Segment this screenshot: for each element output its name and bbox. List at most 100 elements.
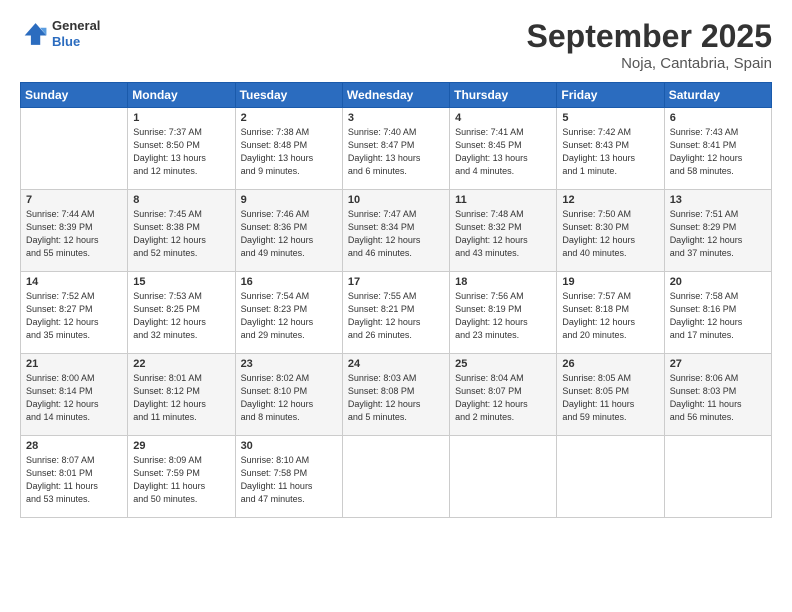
cell-info: Sunrise: 8:05 AM Sunset: 8:05 PM Dayligh…: [562, 372, 658, 424]
header: General Blue September 2025 Noja, Cantab…: [20, 18, 772, 72]
calendar-cell: 2Sunrise: 7:38 AM Sunset: 8:48 PM Daylig…: [235, 108, 342, 190]
calendar-cell: 29 Sunrise: 8:09 AM Sunset: 7:59 PM Dayli…: [128, 436, 235, 518]
cell-info: Sunrise: 8:01 AM Sunset: 8:12 PM Dayligh…: [133, 372, 229, 424]
day-number: 26: [562, 358, 658, 370]
cell-info: Sunrise: 8:07 AM Sunset: 8:01 PM Dayligh…: [26, 454, 122, 506]
day-number: 15: [133, 276, 229, 288]
cell-info: Sunrise: 7:50 AM Sunset: 8:30 PM Dayligh…: [562, 208, 658, 260]
calendar-cell: 23 Sunrise: 8:02 AM Sunset: 8:10 PM Dayli…: [235, 354, 342, 436]
day-number: 13: [670, 194, 766, 206]
calendar-table: SundayMondayTuesdayWednesdayThursdayFrid…: [20, 82, 772, 518]
day-header-thursday: Thursday: [450, 83, 557, 108]
day-header-tuesday: Tuesday: [235, 83, 342, 108]
calendar-cell: 20 Sunrise: 7:58 AM Sunset: 8:16 PM Dayli…: [664, 272, 771, 354]
calendar-cell: 5 Sunrise: 7:42 AM Sunset: 8:43 PM Daylig…: [557, 108, 664, 190]
calendar-cell: 7 Sunrise: 7:44 AM Sunset: 8:39 PM Daylig…: [21, 190, 128, 272]
day-number: 2: [241, 112, 337, 124]
cell-info: Sunrise: 7:37 AM Sunset: 8:50 PM Dayligh…: [133, 126, 229, 178]
calendar-cell: 28 Sunrise: 8:07 AM Sunset: 8:01 PM Dayli…: [21, 436, 128, 518]
day-number: 30: [241, 440, 337, 452]
day-number: 17: [348, 276, 444, 288]
day-header-row: SundayMondayTuesdayWednesdayThursdayFrid…: [21, 83, 772, 108]
day-number: 27: [670, 358, 766, 370]
day-number: 24: [348, 358, 444, 370]
calendar-cell: 11Sunrise: 7:48 AM Sunset: 8:32 PM Dayli…: [450, 190, 557, 272]
calendar-cell: 25Sunrise: 8:04 AM Sunset: 8:07 PM Dayli…: [450, 354, 557, 436]
cell-info: Sunrise: 7:43 AM Sunset: 8:41 PM Dayligh…: [670, 126, 766, 178]
cell-info: Sunrise: 8:00 AM Sunset: 8:14 PM Dayligh…: [26, 372, 122, 424]
day-number: 28: [26, 440, 122, 452]
calendar-cell: [557, 436, 664, 518]
calendar-cell: 22Sunrise: 8:01 AM Sunset: 8:12 PM Dayli…: [128, 354, 235, 436]
calendar-cell: 16 Sunrise: 7:54 AM Sunset: 8:23 PM Dayli…: [235, 272, 342, 354]
calendar-cell: 19 Sunrise: 7:57 AM Sunset: 8:18 PM Dayli…: [557, 272, 664, 354]
cell-info: Sunrise: 7:46 AM Sunset: 8:36 PM Dayligh…: [241, 208, 337, 260]
day-number: 4: [455, 112, 551, 124]
week-row-3: 21 Sunrise: 8:00 AM Sunset: 8:14 PM Dayli…: [21, 354, 772, 436]
day-number: 25: [455, 358, 551, 370]
day-number: 23: [241, 358, 337, 370]
cell-info: Sunrise: 7:51 AM Sunset: 8:29 PM Dayligh…: [670, 208, 766, 260]
cell-info: Sunrise: 7:40 AM Sunset: 8:47 PM Dayligh…: [348, 126, 444, 178]
cell-info: Sunrise: 8:09 AM Sunset: 7:59 PM Dayligh…: [133, 454, 229, 506]
cell-info: Sunrise: 7:53 AM Sunset: 8:25 PM Dayligh…: [133, 290, 229, 342]
day-number: 5: [562, 112, 658, 124]
cell-info: Sunrise: 7:42 AM Sunset: 8:43 PM Dayligh…: [562, 126, 658, 178]
logo-icon: [20, 20, 48, 48]
calendar-cell: 27Sunrise: 8:06 AM Sunset: 8:03 PM Dayli…: [664, 354, 771, 436]
cell-info: Sunrise: 7:54 AM Sunset: 8:23 PM Dayligh…: [241, 290, 337, 342]
calendar-cell: 24 Sunrise: 8:03 AM Sunset: 8:08 PM Dayli…: [342, 354, 449, 436]
day-header-monday: Monday: [128, 83, 235, 108]
logo-text: General Blue: [52, 18, 100, 49]
calendar-cell: [664, 436, 771, 518]
calendar-cell: 4 Sunrise: 7:41 AM Sunset: 8:45 PM Daylig…: [450, 108, 557, 190]
calendar-cell: 9Sunrise: 7:46 AM Sunset: 8:36 PM Daylig…: [235, 190, 342, 272]
cell-info: Sunrise: 7:44 AM Sunset: 8:39 PM Dayligh…: [26, 208, 122, 260]
day-number: 19: [562, 276, 658, 288]
day-number: 1: [133, 112, 229, 124]
cell-info: Sunrise: 8:02 AM Sunset: 8:10 PM Dayligh…: [241, 372, 337, 424]
week-row-4: 28 Sunrise: 8:07 AM Sunset: 8:01 PM Dayli…: [21, 436, 772, 518]
day-number: 6: [670, 112, 766, 124]
cell-info: Sunrise: 8:10 AM Sunset: 7:58 PM Dayligh…: [241, 454, 337, 506]
calendar-cell: [21, 108, 128, 190]
calendar-cell: 12Sunrise: 7:50 AM Sunset: 8:30 PM Dayli…: [557, 190, 664, 272]
day-number: 8: [133, 194, 229, 206]
calendar-cell: 14Sunrise: 7:52 AM Sunset: 8:27 PM Dayli…: [21, 272, 128, 354]
month-title: September 2025: [527, 18, 772, 55]
cell-info: Sunrise: 7:56 AM Sunset: 8:19 PM Dayligh…: [455, 290, 551, 342]
cell-info: Sunrise: 8:03 AM Sunset: 8:08 PM Dayligh…: [348, 372, 444, 424]
cell-info: Sunrise: 7:45 AM Sunset: 8:38 PM Dayligh…: [133, 208, 229, 260]
day-header-saturday: Saturday: [664, 83, 771, 108]
calendar-cell: 18Sunrise: 7:56 AM Sunset: 8:19 PM Dayli…: [450, 272, 557, 354]
title-area: September 2025 Noja, Cantabria, Spain: [527, 18, 772, 72]
calendar-cell: 3 Sunrise: 7:40 AM Sunset: 8:47 PM Daylig…: [342, 108, 449, 190]
cell-info: Sunrise: 7:57 AM Sunset: 8:18 PM Dayligh…: [562, 290, 658, 342]
cell-info: Sunrise: 7:55 AM Sunset: 8:21 PM Dayligh…: [348, 290, 444, 342]
calendar-cell: 6 Sunrise: 7:43 AM Sunset: 8:41 PM Daylig…: [664, 108, 771, 190]
week-row-2: 14Sunrise: 7:52 AM Sunset: 8:27 PM Dayli…: [21, 272, 772, 354]
day-header-wednesday: Wednesday: [342, 83, 449, 108]
location-title: Noja, Cantabria, Spain: [527, 55, 772, 72]
cell-info: Sunrise: 7:41 AM Sunset: 8:45 PM Dayligh…: [455, 126, 551, 178]
cell-info: Sunrise: 7:58 AM Sunset: 8:16 PM Dayligh…: [670, 290, 766, 342]
day-number: 16: [241, 276, 337, 288]
day-number: 3: [348, 112, 444, 124]
day-number: 29: [133, 440, 229, 452]
cell-info: Sunrise: 7:48 AM Sunset: 8:32 PM Dayligh…: [455, 208, 551, 260]
calendar-cell: 1 Sunrise: 7:37 AM Sunset: 8:50 PM Daylig…: [128, 108, 235, 190]
calendar-cell: 21 Sunrise: 8:00 AM Sunset: 8:14 PM Dayli…: [21, 354, 128, 436]
day-number: 7: [26, 194, 122, 206]
calendar-cell: 30 Sunrise: 8:10 AM Sunset: 7:58 PM Dayli…: [235, 436, 342, 518]
calendar-cell: 15 Sunrise: 7:53 AM Sunset: 8:25 PM Dayli…: [128, 272, 235, 354]
calendar-cell: 13 Sunrise: 7:51 AM Sunset: 8:29 PM Dayli…: [664, 190, 771, 272]
page: General Blue September 2025 Noja, Cantab…: [0, 0, 792, 612]
cell-info: Sunrise: 7:52 AM Sunset: 8:27 PM Dayligh…: [26, 290, 122, 342]
day-number: 20: [670, 276, 766, 288]
cell-info: Sunrise: 7:47 AM Sunset: 8:34 PM Dayligh…: [348, 208, 444, 260]
calendar-cell: 8 Sunrise: 7:45 AM Sunset: 8:38 PM Daylig…: [128, 190, 235, 272]
calendar-cell: [450, 436, 557, 518]
calendar-cell: [342, 436, 449, 518]
day-number: 21: [26, 358, 122, 370]
week-row-1: 7 Sunrise: 7:44 AM Sunset: 8:39 PM Daylig…: [21, 190, 772, 272]
